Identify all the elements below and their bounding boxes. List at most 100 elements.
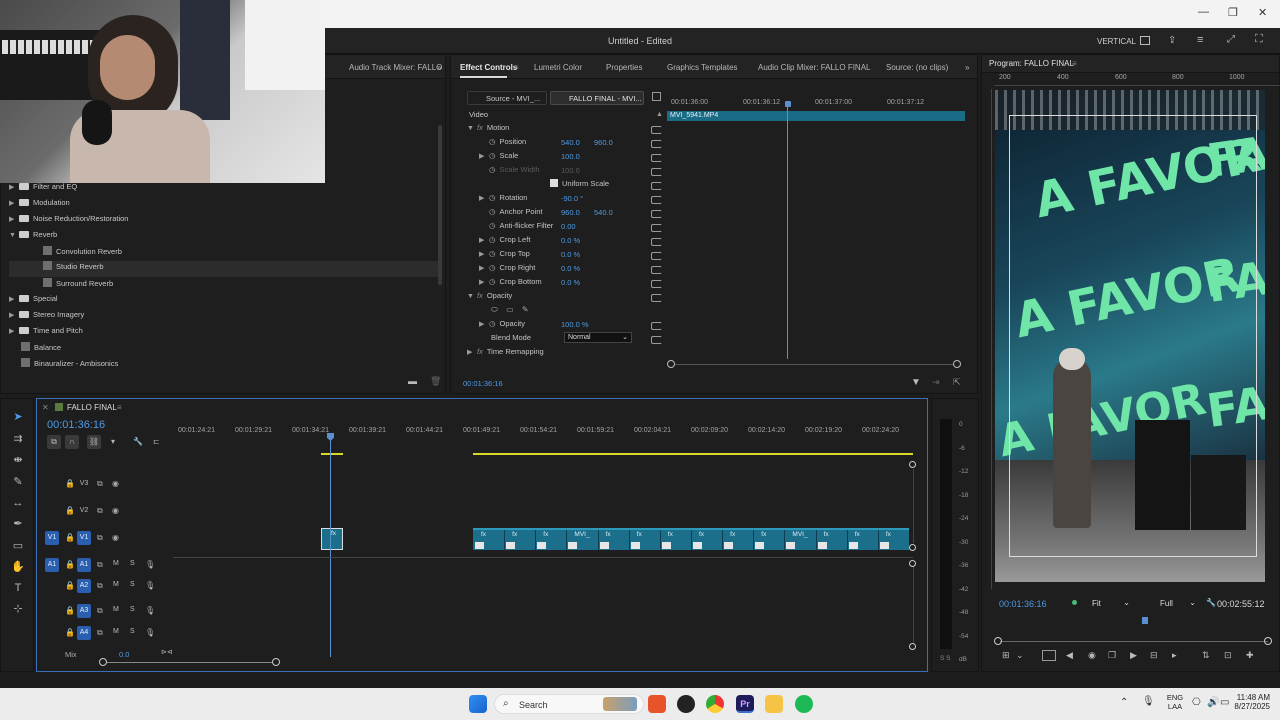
quality-dropdown[interactable]: Full ⌄: [1156, 596, 1200, 610]
param-value[interactable]: 0.0 %: [561, 250, 580, 259]
step-back-icon[interactable]: ◀: [1066, 650, 1073, 661]
chevron-right-icon[interactable]: ▶: [479, 236, 489, 244]
minimize-button[interactable]: —: [1198, 6, 1209, 18]
tree-surround-reverb[interactable]: Surround Reverb: [43, 278, 113, 294]
zoom-handle-right[interactable]: [272, 658, 280, 666]
sync-lock-icon[interactable]: ⧉: [97, 560, 103, 570]
scroll-handle[interactable]: [909, 643, 916, 650]
wrench-icon[interactable]: 🔧: [1206, 598, 1216, 607]
rectangle-icon[interactable]: ▭: [10, 538, 26, 554]
pen-mask-icon[interactable]: ✎: [522, 305, 529, 314]
zoom-handle-left[interactable]: [667, 360, 675, 368]
more-tabs-icon[interactable]: »: [437, 63, 441, 72]
ellipse-mask-icon[interactable]: ⬭: [491, 305, 498, 314]
close-button[interactable]: ✕: [1258, 6, 1267, 19]
tab-audio-track-mixer[interactable]: Audio Track Mixer: FALLO: [349, 63, 442, 72]
track-select-icon[interactable]: ⇉: [10, 431, 26, 447]
source-clip-tab[interactable]: Source - MVI_...: [467, 91, 547, 105]
tree-filter-eq[interactable]: ▶ Filter and EQ: [9, 182, 77, 198]
lock-icon[interactable]: 🔒: [65, 628, 75, 637]
chevron-right-icon[interactable]: ▶: [479, 320, 489, 328]
marker-icon[interactable]: ⊞: [1002, 650, 1010, 661]
ec-playhead-handle[interactable]: [785, 101, 791, 107]
lock-icon[interactable]: 🔒: [65, 533, 75, 542]
start-icon[interactable]: [469, 695, 487, 713]
timeline-ruler[interactable]: 00:01:24:21 00:01:29:21 00:01:34:21 00:01:3…: [173, 421, 913, 451]
mix-end-icon[interactable]: ⊳⊲: [161, 648, 173, 656]
tree-convolution-reverb[interactable]: Convolution Reverb: [43, 246, 122, 262]
play-icon[interactable]: ▶: [1130, 650, 1137, 661]
zoom-handle-right[interactable]: [953, 360, 961, 368]
reset-icon[interactable]: [651, 336, 662, 344]
scroll-handle[interactable]: [909, 544, 916, 551]
timeline-playhead[interactable]: [330, 435, 331, 657]
tab-effect-controls[interactable]: Effect Controls: [460, 63, 517, 78]
razor-icon[interactable]: ✎: [10, 474, 26, 490]
eye-icon[interactable]: ◉: [112, 533, 119, 542]
tab-audio-clip-mixer[interactable]: Audio Clip Mixer: FALLO FINAL: [758, 63, 870, 72]
sync-lock-icon[interactable]: ⧉: [97, 506, 103, 516]
mute-button[interactable]: M: [113, 560, 119, 567]
solo-button[interactable]: S: [130, 606, 135, 613]
workspace-label[interactable]: VERTICAL: [1097, 37, 1136, 46]
timeline-clip-group[interactable]: fx fx fx MVI_ fx fx fx fx fx fx MVI_ fx fx fx: [473, 528, 909, 550]
chevron-down-icon[interactable]: ▼: [467, 293, 477, 300]
more-tabs-icon[interactable]: »: [965, 63, 969, 72]
solo-button[interactable]: S: [130, 581, 135, 588]
marker-icon[interactable]: ▾: [111, 437, 115, 446]
extract-icon[interactable]: ⊡: [1224, 650, 1232, 661]
microphone-icon[interactable]: 🎙: [145, 560, 155, 569]
lock-icon[interactable]: 🔒: [65, 581, 75, 590]
slip-icon[interactable]: ↔: [10, 495, 26, 511]
chevron-right-icon[interactable]: ▶: [479, 250, 489, 258]
stopwatch-icon[interactable]: ◷: [489, 207, 496, 216]
track-name[interactable]: V3: [77, 477, 91, 491]
mute-button[interactable]: M: [113, 628, 119, 635]
chrome-icon[interactable]: [706, 695, 724, 713]
microphone-icon[interactable]: 🎙: [145, 628, 155, 637]
toggle-timeline-icon[interactable]: [652, 92, 661, 101]
scrubber-handle-right[interactable]: [1264, 637, 1272, 645]
reset-icon[interactable]: [651, 196, 662, 204]
chatgpt-icon[interactable]: [677, 695, 695, 713]
tree-time-pitch[interactable]: ▶ Time and Pitch: [9, 326, 83, 342]
tree-reverb[interactable]: ▼ Reverb: [9, 230, 57, 246]
stopwatch-icon[interactable]: ◷: [489, 221, 496, 230]
track-name[interactable]: V2: [77, 504, 91, 518]
reset-icon[interactable]: [651, 210, 662, 218]
tree-modulation[interactable]: ▶ Modulation: [9, 198, 70, 214]
reset-icon[interactable]: [651, 322, 662, 330]
language-indicator[interactable]: ENG LAA: [1165, 693, 1185, 711]
chevron-right-icon[interactable]: ▶: [479, 194, 489, 202]
ec-playhead[interactable]: [787, 101, 788, 359]
scroll-handle[interactable]: [909, 461, 916, 468]
transform-bounding-box[interactable]: [1009, 115, 1257, 557]
brave-icon[interactable]: [648, 695, 666, 713]
blend-mode-select[interactable]: Normal ⌄: [564, 332, 632, 343]
pen-icon[interactable]: ✒: [10, 516, 26, 532]
fit-dropdown[interactable]: Fit ⌄: [1088, 596, 1134, 610]
chevron-up-icon[interactable]: ⌃: [1120, 697, 1128, 708]
reset-icon[interactable]: [651, 266, 662, 274]
eye-icon[interactable]: ◉: [112, 506, 119, 515]
chevron-right-icon[interactable]: ▶: [479, 278, 489, 286]
taskbar-search[interactable]: ⌕ Search: [494, 694, 644, 714]
param-value[interactable]: 0.00: [561, 222, 576, 231]
chevron-down-icon[interactable]: ⌄: [1016, 650, 1024, 661]
step-forward-icon[interactable]: ▸: [1172, 650, 1177, 661]
param-value[interactable]: 0.0 %: [561, 264, 580, 273]
chevron-right-icon[interactable]: ▶: [479, 152, 489, 160]
chevron-down-icon[interactable]: ▼: [467, 125, 477, 132]
param-row[interactable]: ▶ fx Time Remapping: [467, 347, 667, 361]
collapse-icon[interactable]: ▲: [656, 111, 663, 118]
scrollbar[interactable]: [438, 125, 442, 285]
stopwatch-icon[interactable]: ◷: [489, 249, 496, 258]
microphone-icon[interactable]: 🎙: [1142, 696, 1155, 707]
tab-graphics-templates[interactable]: Graphics Templates: [667, 63, 738, 72]
stopwatch-icon[interactable]: ◷: [489, 137, 496, 146]
param-value[interactable]: -90.0 °: [561, 194, 583, 203]
mute-button[interactable]: M: [113, 581, 119, 588]
param-value[interactable]: 960.0: [561, 208, 580, 217]
lock-icon[interactable]: 🔒: [65, 560, 75, 569]
ec-timecode[interactable]: 00:01:36:16: [463, 379, 503, 388]
